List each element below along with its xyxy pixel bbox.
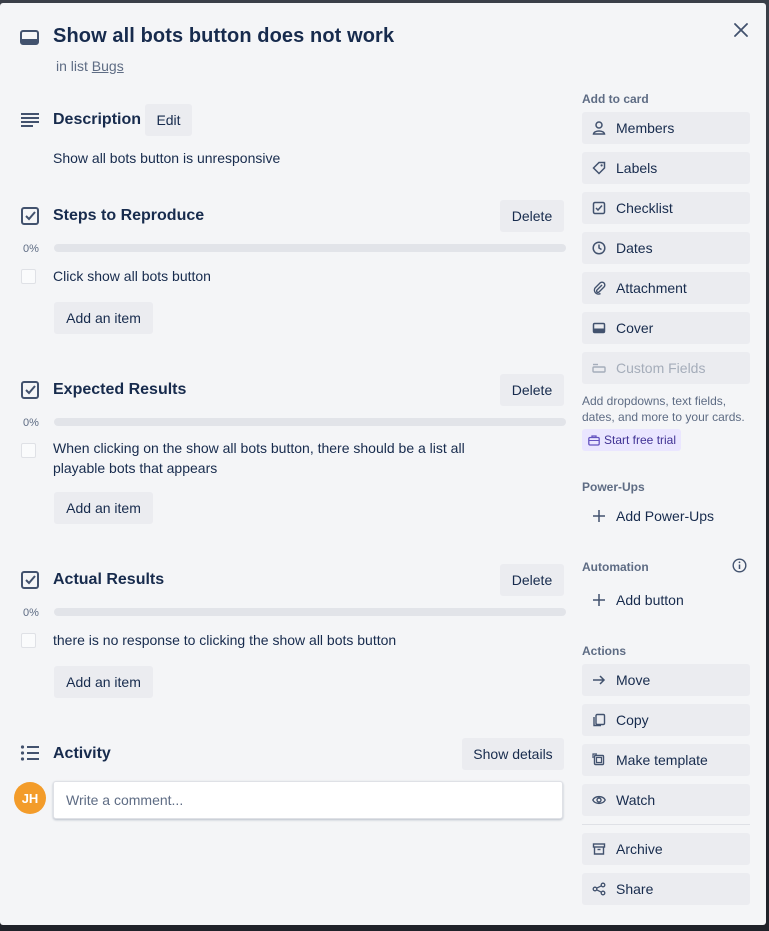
checklist-title[interactable]: Actual Results [53,571,164,589]
delete-checklist-button[interactable]: Delete [500,374,564,406]
checklist-item-checkbox[interactable] [21,443,36,458]
close-icon [734,23,748,37]
labels-label: Labels [616,160,658,176]
make-template-button[interactable]: Make template [582,744,750,776]
checklist-icon [591,200,607,216]
tag-icon [591,160,607,176]
checklist-icon [19,205,41,227]
add-item-button[interactable]: Add an item [54,492,153,524]
sidebar-divider [582,824,750,825]
plus-icon [591,592,607,608]
checklist-percent: 0% [23,243,39,255]
list-link[interactable]: Bugs [92,58,124,74]
delete-checklist-button[interactable]: Delete [500,564,564,596]
checklist-percent: 0% [23,607,39,619]
add-item-button[interactable]: Add an item [54,302,153,334]
cover-label: Cover [616,320,654,336]
share-button[interactable]: Share [582,873,750,905]
edit-description-button[interactable]: Edit [145,104,192,136]
share-icon [591,881,607,897]
add-powerups-button[interactable]: Add Power-Ups [582,500,750,532]
members-label: Members [616,120,675,136]
copy-label: Copy [616,712,649,728]
checklist-label: Checklist [616,200,673,216]
archive-label: Archive [616,841,663,857]
trial-label: Start free trial [604,433,677,447]
attachment-label: Attachment [616,280,687,296]
checklist-item-checkbox[interactable] [21,269,36,284]
person-icon [591,120,607,136]
arrow-right-icon [591,672,607,688]
card-title[interactable]: Show all bots button does not work [53,25,394,48]
copy-icon [591,712,607,728]
watch-label: Watch [616,792,656,808]
eye-icon [591,792,607,808]
move-label: Move [616,672,651,688]
members-button[interactable]: Members [582,112,750,144]
comment-input[interactable] [53,781,563,819]
checklist-icon [19,569,41,591]
checklist-title[interactable]: Steps to Reproduce [53,207,204,225]
activity-title: Activity [53,745,111,762]
checklist-percent: 0% [23,417,39,429]
cover-button[interactable]: Cover [582,312,750,344]
avatar[interactable]: JH [14,782,46,814]
add-button-label: Add button [616,592,684,608]
archive-icon [591,841,607,857]
activity-icon [19,742,41,764]
in-list-prefix: in list [56,58,88,74]
template-icon [591,752,607,768]
in-list-text: in list Bugs [56,58,124,74]
checklist-progress-bar [54,608,566,616]
start-free-trial-button[interactable]: Start free trial [582,429,681,451]
checklist-item-text[interactable]: When clicking on the show all bots butto… [53,438,493,478]
description-text[interactable]: Show all bots button is unresponsive [53,150,280,166]
move-button[interactable]: Move [582,664,750,696]
attachment-button[interactable]: Attachment [582,272,750,304]
checklist-progress-bar [54,418,566,426]
add-button-button[interactable]: Add button [582,584,750,616]
checklist-title[interactable]: Expected Results [53,381,186,399]
custom-fields-label: Custom Fields [616,360,706,376]
archive-button[interactable]: Archive [582,833,750,865]
custom-fields-icon [591,360,607,376]
checklist-button[interactable]: Checklist [582,192,750,224]
paperclip-icon [591,280,607,296]
labels-button[interactable]: Labels [582,152,750,184]
plus-icon [591,508,607,524]
make-template-label: Make template [616,752,708,768]
dates-label: Dates [616,240,653,256]
delete-checklist-button[interactable]: Delete [500,200,564,232]
card-detail-modal: Show all bots button does not work in li… [0,3,766,925]
checklist-icon [19,379,41,401]
checklist-progress-bar [54,244,566,252]
add-item-button[interactable]: Add an item [54,666,153,698]
description-title: Description [53,111,142,128]
cover-icon [591,320,607,336]
custom-fields-button[interactable]: Custom Fields [582,352,750,384]
show-details-button[interactable]: Show details [462,738,564,770]
actions-label: Actions [582,644,627,658]
powerups-label: Power-Ups [582,480,645,494]
checklist-item-text[interactable]: Click show all bots button [53,266,493,286]
add-powerups-label: Add Power-Ups [616,508,715,524]
dates-button[interactable]: Dates [582,232,750,264]
card-icon [19,29,41,47]
briefcase-icon [588,434,600,446]
watch-button[interactable]: Watch [582,784,750,816]
checklist-item-text[interactable]: there is no response to clicking the sho… [53,630,493,650]
copy-button[interactable]: Copy [582,704,750,736]
info-icon[interactable] [730,556,748,574]
share-label: Share [616,881,654,897]
clock-icon [591,240,607,256]
checklist-item-checkbox[interactable] [21,633,36,648]
custom-fields-note: Add dropdowns, text fields, dates, and m… [582,394,745,424]
description-icon [19,109,41,131]
automation-label: Automation [582,560,649,574]
close-button[interactable] [729,18,753,42]
add-to-card-label: Add to card [582,92,649,106]
